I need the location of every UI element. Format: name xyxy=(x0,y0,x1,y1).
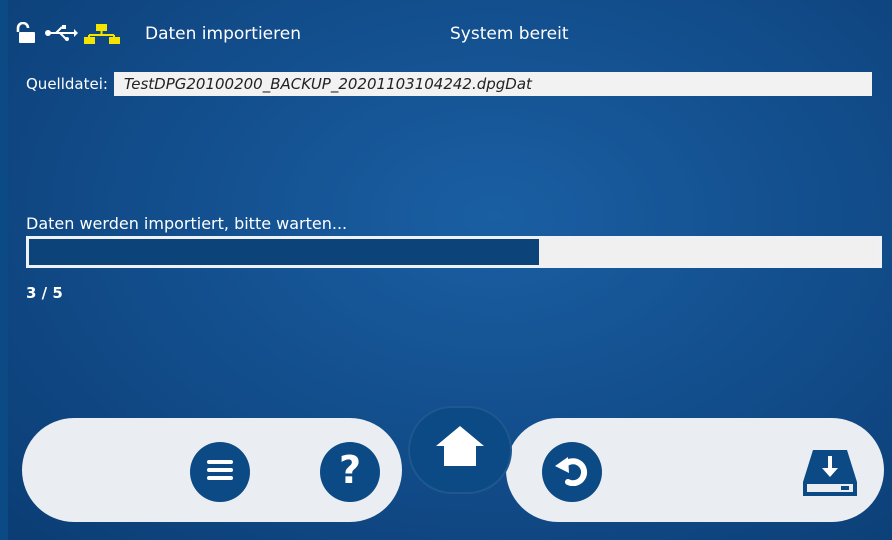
page-title: Daten importieren xyxy=(145,24,301,44)
source-file-label: Quelldatei: xyxy=(26,75,108,93)
top-bar: Daten importieren System bereit xyxy=(8,0,892,62)
home-button[interactable] xyxy=(426,416,494,480)
home-icon xyxy=(434,424,486,472)
help-icon: ? xyxy=(335,448,365,494)
source-file-field: TestDPG20100200_BACKUP_20201103104242.dp… xyxy=(113,72,872,96)
progress-bar-fill xyxy=(29,239,539,265)
svg-text:?: ? xyxy=(339,450,361,490)
import-button[interactable] xyxy=(800,446,860,502)
screen: Daten importieren System bereit Quelldat… xyxy=(8,0,892,540)
status-icons xyxy=(16,21,120,48)
usb-icon xyxy=(44,22,78,48)
import-drive-icon xyxy=(801,446,859,502)
system-status: System bereit xyxy=(450,24,569,44)
progress-message: Daten werden importiert, bitte warten... xyxy=(26,214,348,233)
menu-button[interactable] xyxy=(190,442,250,502)
source-file-row: Quelldatei: TestDPG20100200_BACKUP_20201… xyxy=(26,72,872,96)
lock-open-icon xyxy=(16,21,38,48)
back-button[interactable] xyxy=(542,442,602,502)
bottom-dock: ? xyxy=(22,406,884,522)
progress-step: 3 / 5 xyxy=(26,284,63,302)
menu-icon xyxy=(205,458,235,486)
help-button[interactable]: ? xyxy=(320,442,380,502)
network-icon xyxy=(84,22,120,48)
back-icon xyxy=(554,454,590,490)
progress-bar xyxy=(26,236,882,268)
